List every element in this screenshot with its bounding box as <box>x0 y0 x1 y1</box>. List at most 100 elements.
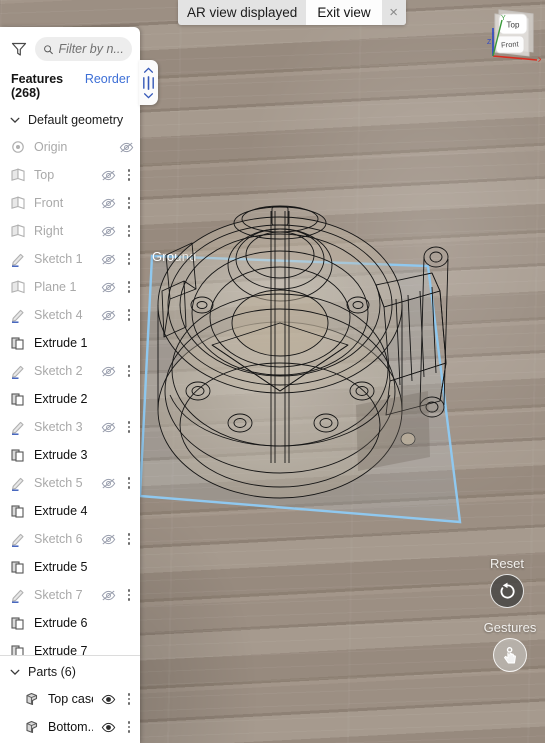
feature-label: Sketch 1 <box>34 252 83 266</box>
row-menu-icon[interactable] <box>124 167 134 183</box>
row-menu-icon[interactable] <box>124 195 134 211</box>
feature-row[interactable]: Extrude 2 <box>0 385 140 413</box>
feature-label: Sketch 7 <box>34 588 83 602</box>
sketch-icon <box>12 533 24 547</box>
eye-hidden-icon[interactable] <box>101 224 116 239</box>
feature-row[interactable]: Top <box>0 161 140 189</box>
sketch-icon <box>12 477 24 491</box>
feature-row[interactable]: Sketch 5 <box>0 469 140 497</box>
eye-hidden-icon[interactable] <box>101 252 116 267</box>
feature-row[interactable]: Extrude 1 <box>0 329 140 357</box>
view-cube-top-label: Top <box>507 21 520 30</box>
reset-label: Reset <box>490 556 524 571</box>
ground-plane-label: Ground <box>152 249 197 264</box>
gestures-control[interactable]: Gestures <box>477 620 543 672</box>
group-label: Parts (6) <box>28 664 76 679</box>
eye-hidden-icon[interactable] <box>101 168 116 183</box>
hand-tap-icon <box>503 646 516 663</box>
feature-label: Sketch 4 <box>34 308 83 322</box>
plane-icon <box>11 224 25 238</box>
feature-row[interactable]: Sketch 1 <box>0 245 140 273</box>
filter-icon[interactable] <box>11 41 27 57</box>
row-menu-icon[interactable] <box>124 719 134 735</box>
chevron-down-icon <box>10 117 20 123</box>
feature-row[interactable]: Sketch 2 <box>0 357 140 385</box>
ar-viewer-screen: Ground AR view displayed Exit view × Top… <box>0 0 545 743</box>
feature-row[interactable]: Extrude 3 <box>0 441 140 469</box>
group-header-default-geometry[interactable]: Default geometry <box>0 106 140 133</box>
group-header-parts[interactable]: Parts (6) <box>0 658 140 685</box>
view-cube[interactable]: Top Front X Z Y <box>483 6 541 68</box>
feature-row[interactable]: Sketch 6 <box>0 525 140 553</box>
eye-hidden-icon[interactable] <box>101 420 116 435</box>
axis-y-label: Y <box>501 15 506 22</box>
view-cube-graphic[interactable]: Top Front X Z Y <box>483 6 541 68</box>
part-row[interactable]: Top case <box>0 685 140 713</box>
filter-input[interactable] <box>58 42 124 56</box>
gestures-button[interactable] <box>493 638 527 672</box>
panel-resize-handle[interactable] <box>139 60 158 105</box>
reorder-link[interactable]: Reorder <box>85 72 130 86</box>
eye-hidden-icon[interactable] <box>101 308 116 323</box>
eye-hidden-icon[interactable] <box>101 364 116 379</box>
plane-icon <box>11 196 25 210</box>
close-icon[interactable]: × <box>381 0 406 25</box>
part-label: Bottom... <box>48 720 93 734</box>
feature-row[interactable]: Sketch 4 <box>0 301 140 329</box>
feature-row[interactable]: Plane 1 <box>0 273 140 301</box>
feature-row[interactable]: Extrude 7 <box>0 637 140 655</box>
extrude-icon <box>11 449 24 462</box>
feature-row[interactable]: Extrude 5 <box>0 553 140 581</box>
feature-label: Extrude 2 <box>34 392 88 406</box>
eye-hidden-icon[interactable] <box>119 140 134 155</box>
eye-hidden-icon[interactable] <box>101 588 116 603</box>
feature-row[interactable]: Sketch 7 <box>0 581 140 609</box>
chevron-down-icon <box>10 669 20 675</box>
eye-visible-icon[interactable] <box>101 692 116 707</box>
chevron-up-icon <box>143 67 154 73</box>
feature-row[interactable]: Front <box>0 189 140 217</box>
row-menu-icon[interactable] <box>124 251 134 267</box>
part-label: Top case <box>48 692 93 706</box>
row-menu-icon[interactable] <box>124 475 134 491</box>
extrude-icon <box>11 505 24 518</box>
feature-list-scroll[interactable]: Default geometry Origin Top Front Right … <box>0 106 140 655</box>
row-menu-icon[interactable] <box>124 691 134 707</box>
row-menu-icon[interactable] <box>124 307 134 323</box>
row-menu-icon[interactable] <box>124 531 134 547</box>
row-menu-icon[interactable] <box>124 587 134 603</box>
extrude-icon <box>11 561 24 574</box>
row-menu-icon[interactable] <box>124 279 134 295</box>
exit-view-button[interactable]: Exit view <box>306 0 382 25</box>
eye-hidden-icon[interactable] <box>101 196 116 211</box>
sketch-icon <box>12 253 24 267</box>
extrude-icon <box>11 337 24 350</box>
axis-x-label: X <box>538 57 541 64</box>
part-row[interactable]: Bottom... <box>0 713 140 741</box>
features-count-title: Features (268) <box>11 72 64 100</box>
part-icon <box>26 720 38 734</box>
feature-label: Front <box>34 196 64 210</box>
feature-rows: Origin Top Front Right Sketch 1 Plane 1 <box>0 133 140 655</box>
feature-label: Sketch 3 <box>34 420 83 434</box>
part-rows: Top case Bottom... <box>0 685 140 741</box>
extrude-icon <box>11 617 24 630</box>
feature-row[interactable]: Sketch 3 <box>0 413 140 441</box>
eye-hidden-icon[interactable] <box>101 280 116 295</box>
eye-visible-icon[interactable] <box>101 720 116 735</box>
eye-hidden-icon[interactable] <box>101 532 116 547</box>
reset-button[interactable] <box>490 574 524 608</box>
feature-label: Origin <box>34 140 68 154</box>
feature-label: Extrude 3 <box>34 448 88 462</box>
feature-row[interactable]: Extrude 6 <box>0 609 140 637</box>
eye-hidden-icon[interactable] <box>101 476 116 491</box>
filter-search-field[interactable] <box>35 37 132 61</box>
feature-row[interactable]: Origin <box>0 133 140 161</box>
extrude-icon <box>11 645 24 655</box>
row-menu-icon[interactable] <box>124 223 134 239</box>
feature-row[interactable]: Extrude 4 <box>0 497 140 525</box>
reset-control[interactable]: Reset <box>474 556 540 608</box>
row-menu-icon[interactable] <box>124 419 134 435</box>
row-menu-icon[interactable] <box>124 363 134 379</box>
feature-row[interactable]: Right <box>0 217 140 245</box>
